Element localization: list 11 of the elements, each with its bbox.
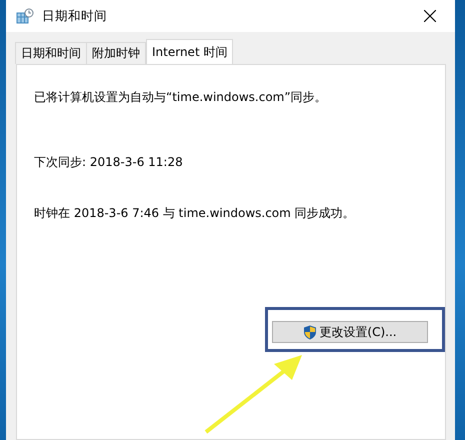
close-icon	[424, 10, 436, 22]
tab[interactable]: 日期和时间	[15, 42, 87, 64]
status-text: 已将计算机设置为自动与“time.windows.com”同步。	[34, 89, 328, 106]
clock-app-icon	[16, 8, 34, 24]
shield-icon	[303, 324, 318, 340]
tab[interactable]: 附加时钟	[86, 42, 146, 64]
status-text: 时钟在 2018-3-6 7:46 与 time.windows.com 同步成功。	[34, 205, 356, 222]
status-text: 下次同步: 2018-3-6 11:28	[34, 154, 184, 171]
window-title: 日期和时间	[42, 8, 108, 24]
tab[interactable]: Internet 时间	[146, 39, 234, 64]
change-settings-button[interactable]: 更改设置(C)...	[272, 321, 428, 343]
